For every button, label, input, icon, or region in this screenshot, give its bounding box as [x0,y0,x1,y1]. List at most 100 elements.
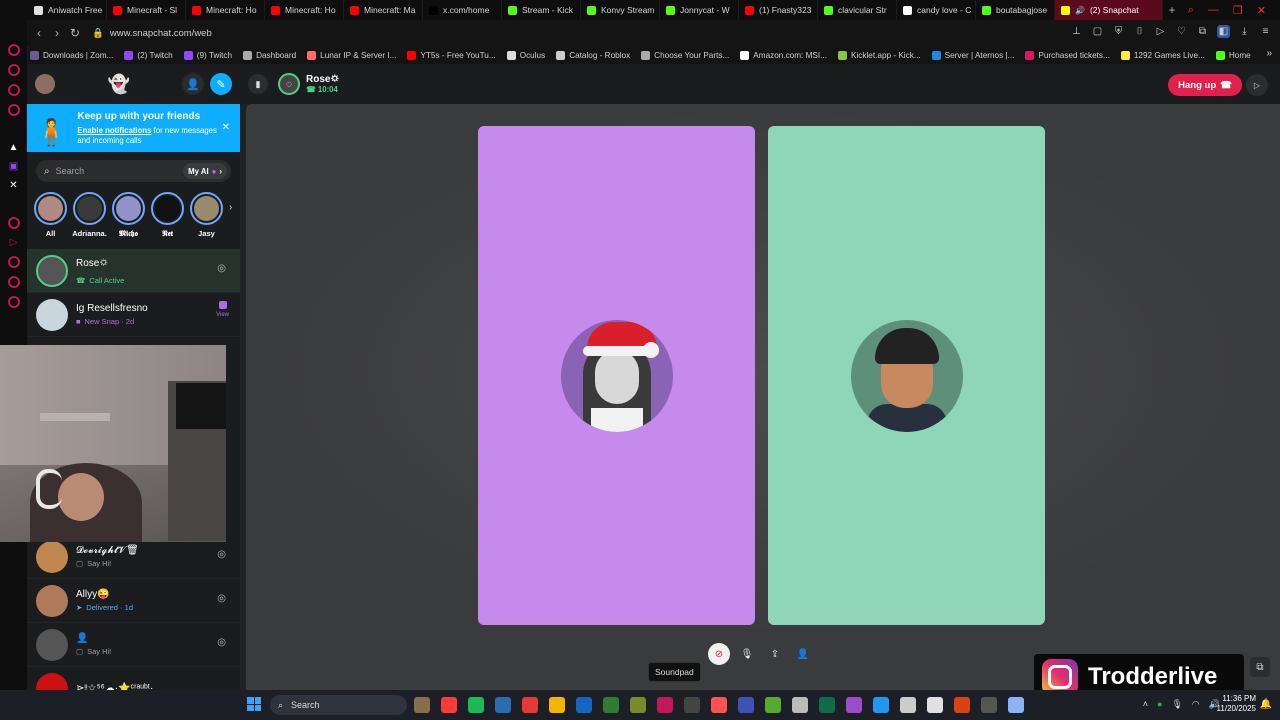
story-item[interactable]: 𝕹𝖊𝖙 [151,192,184,239]
taskbar-app-icon[interactable] [792,697,808,713]
sidebar-app-icon[interactable] [7,44,20,56]
kick-icon[interactable]: ▲ [9,142,19,153]
view-snap-button[interactable]: View [216,301,229,318]
menu-icon[interactable]: ≡ [1259,25,1272,38]
taskbar-app-icon[interactable] [495,697,511,713]
taskbar-app-icon[interactable] [765,697,781,713]
browser-tab[interactable]: candy love - C [897,0,976,20]
back-icon[interactable]: ‹ [30,26,48,40]
taskbar-app-icon[interactable] [630,697,646,713]
taskbar-app-icon[interactable] [846,697,862,713]
bookmark-item[interactable]: Purchased tickets... [1025,50,1110,60]
taskbar-app-icon[interactable] [819,697,835,713]
windows-start-button[interactable] [247,697,261,711]
search-tabs-icon[interactable]: ⌕ [1188,4,1194,17]
browser-tab[interactable]: Minecraft: Ho [186,0,265,20]
search-input[interactable]: ⌕ Search My AI ● › [36,160,231,182]
taskbar-app-icon[interactable] [981,697,997,713]
taskbar-app-icon[interactable] [711,697,727,713]
add-friend-button[interactable]: 👤 [182,73,204,95]
taskbar-search[interactable]: ⌕ Search [270,695,407,715]
shield-icon[interactable]: ⛨ [1112,25,1125,38]
settings-icon[interactable] [7,276,20,288]
bookmark-item[interactable]: 1292 Games Live... [1120,50,1205,60]
taskbar-app-icon[interactable] [468,697,484,713]
camera-icon[interactable]: ◎ [217,637,226,648]
bookmark-item[interactable]: Amazon.com: MSI... [740,50,827,60]
story-item[interactable]: 𝕸𝖎𝖈𝖍𝖔 [112,192,145,239]
bookmarks-overflow-icon[interactable]: » [1266,48,1272,59]
sidebar-app-icon[interactable] [7,64,20,76]
bookmark-item[interactable]: Kicklet.app - Kick... [838,50,921,60]
new-chat-button[interactable]: ✎ [210,73,232,95]
taskbar-app-icon[interactable] [900,697,916,713]
bookmark-item[interactable]: Lunar IP & Server I... [307,50,396,60]
sidebar-app-icon[interactable] [7,217,20,229]
taskbar-app-icon[interactable] [1008,697,1024,713]
browser-tab[interactable]: clavicular Str [818,0,897,20]
chat-list-item[interactable]: Allyy😜 ➤ Delivered · 1d ◎ [27,579,240,623]
clock[interactable]: 11:36 PM 11/20/2025 [1217,694,1256,715]
notification-bell-icon[interactable]: 🔔 [1260,699,1272,710]
story-item[interactable]: Adrianna. [72,192,107,238]
camera-icon[interactable]: ◎ [217,263,226,274]
camera-icon[interactable]: ◎ [217,549,226,560]
story-item[interactable]: All [34,192,67,238]
history-icon[interactable] [7,256,20,268]
forward-icon[interactable]: › [48,26,66,40]
camera-off-button[interactable]: ⊘ [708,643,730,665]
bookmark-item[interactable]: (2) Twitch [124,50,173,60]
enable-notifications-link[interactable]: Enable notifications [77,126,151,135]
browser-tab[interactable]: Minecraft: Ma [344,0,423,20]
popout-button[interactable]: ⧉ [1250,657,1270,677]
chat-list-item[interactable]: Ig Resellsfresno ■ New Snap · 2d View [27,293,240,337]
taskbar-app-icon[interactable] [954,697,970,713]
collapse-button[interactable]: ▷ [1246,74,1268,96]
stories-next-icon[interactable]: › [229,202,232,213]
taskbar-app-icon[interactable] [684,697,700,713]
minimize-icon[interactable]: — [1208,4,1219,16]
puzzle-icon[interactable]: ⧉ [1196,25,1209,38]
close-icon[interactable]: ✕ [222,122,230,133]
twitch-icon[interactable]: ▣ [9,161,18,172]
hang-up-button[interactable]: Hang up ☎ [1168,74,1242,96]
participant-tile-remote[interactable] [478,126,755,625]
browser-tab[interactable]: Minecraft - Sl [107,0,186,20]
play-icon[interactable]: ▷ [1154,25,1167,38]
taskbar-app-icon[interactable] [603,697,619,713]
browser-tab[interactable]: Aniwatch Free [28,0,107,20]
camera-icon[interactable]: ⌷ [1133,25,1146,38]
browser-tab[interactable]: Stream - Kick [502,0,581,20]
taskbar-app-icon[interactable] [657,697,673,713]
new-tab-button[interactable]: + [1163,3,1181,17]
mute-button[interactable]: 🎙 [736,643,758,665]
avatar[interactable] [35,74,55,94]
sidebar-app-icon[interactable] [7,84,20,96]
participant-tile-self[interactable] [768,126,1045,625]
wifi-icon[interactable]: ◠ [1192,699,1200,710]
snapshot-icon[interactable]: ▢ [1091,25,1104,38]
bookmark-item[interactable]: Choose Your Parts... [641,50,729,60]
chat-toggle-button[interactable]: ▮ [248,74,268,94]
browser-tab[interactable]: Minecraft: Ho [265,0,344,20]
bookmark-item[interactable]: Dashboard [243,50,296,60]
taskbar-app-icon[interactable] [927,697,943,713]
browser-tab[interactable]: Jonnycat - W [660,0,739,20]
download-icon[interactable]: ⤓ [1238,25,1251,38]
browser-tab[interactable]: boutabagjose [976,0,1055,20]
bookmark-item[interactable]: Catalog - Roblox [556,50,630,60]
story-item[interactable]: Jasy [190,192,223,238]
url-field[interactable]: 🔒 www.snapchat.com/web [92,28,212,39]
taskbar-app-icon[interactable] [576,697,592,713]
taskbar-app-icon[interactable] [414,697,430,713]
browser-tab-active[interactable]: 🔊 (2) Snapchat [1055,0,1163,20]
reload-icon[interactable]: ↻ [66,26,84,40]
my-ai-button[interactable]: My AI ● › [183,163,227,179]
close-icon[interactable]: ✕ [1257,4,1266,17]
browser-tab[interactable]: x.com/home [423,0,502,20]
sidebar-app-icon[interactable] [7,104,20,116]
chevron-up-icon[interactable]: ˄ [1143,699,1148,710]
spotify-tray-icon[interactable]: ● [1157,699,1162,710]
bookmark-item[interactable]: Home [1215,50,1251,60]
chat-list-item[interactable]: 👤 ▢ Say Hi! ◎ [27,623,240,667]
